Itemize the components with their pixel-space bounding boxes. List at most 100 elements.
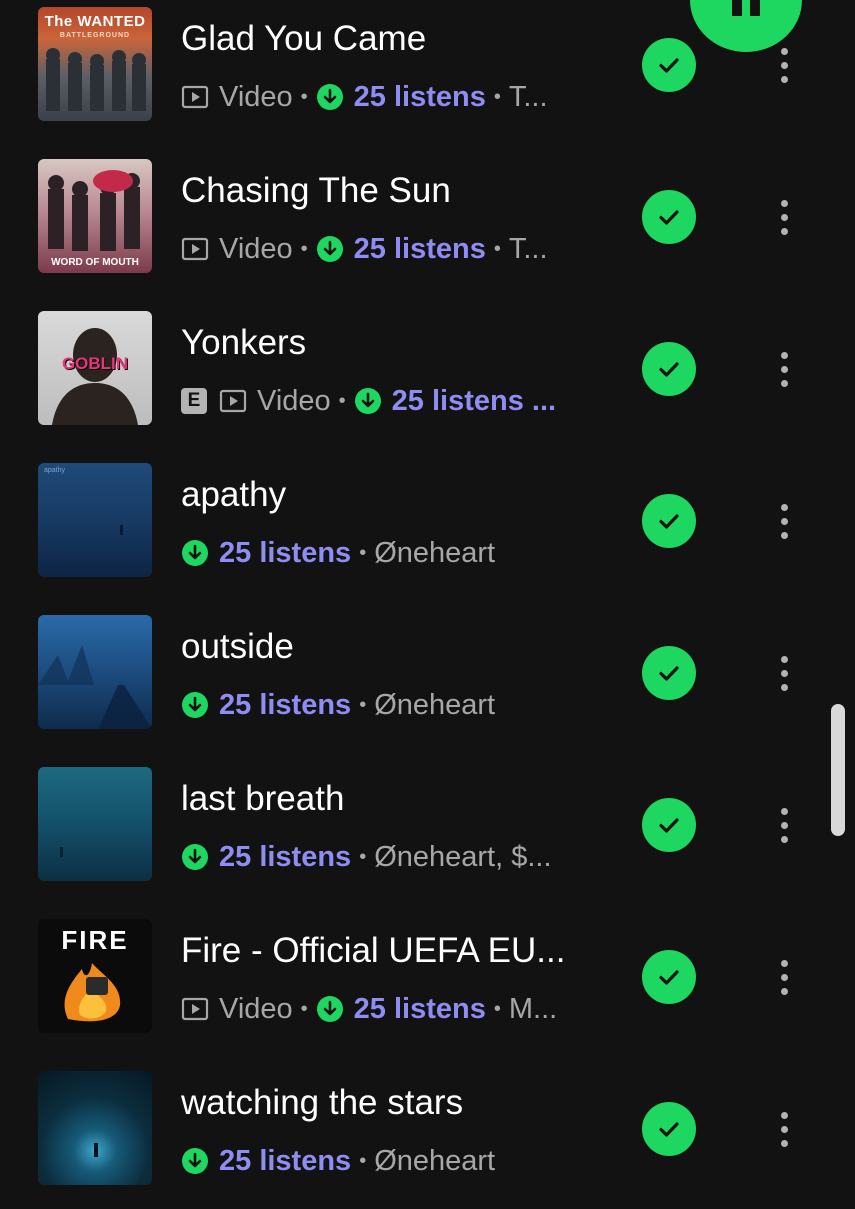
track-row[interactable]: apathy apathy 25 listens • Øneheart [0, 449, 855, 601]
more-options-icon[interactable] [772, 494, 796, 548]
video-label: Video [219, 232, 293, 265]
separator-dot: • [300, 237, 308, 260]
separator-dot: • [300, 997, 308, 1020]
more-options-icon[interactable] [772, 798, 796, 852]
album-art [38, 1071, 152, 1185]
album-art [38, 767, 152, 881]
album-art: WORD OF MOUTH [38, 159, 152, 273]
separator-dot: • [359, 541, 367, 564]
listens-count: 25 listens [219, 688, 352, 721]
downloaded-icon [181, 1147, 209, 1175]
downloaded-icon [354, 387, 382, 415]
downloaded-check-icon[interactable] [642, 494, 696, 548]
track-title: Chasing The Sun [181, 171, 451, 210]
track-row[interactable]: last breath 25 listens • Øneheart, $... [0, 753, 855, 905]
listens-count: 25 listens ... [391, 384, 557, 417]
track-row[interactable]: outside 25 listens • Øneheart [0, 601, 855, 753]
more-options-icon[interactable] [772, 646, 796, 700]
more-options-icon[interactable] [772, 342, 796, 396]
downloaded-icon [316, 235, 344, 263]
downloaded-check-icon[interactable] [642, 38, 696, 92]
more-options-icon[interactable] [772, 38, 796, 92]
separator-dot: • [300, 85, 308, 108]
downloaded-check-icon[interactable] [642, 798, 696, 852]
track-meta: E Video • 25 listens ... [181, 383, 556, 419]
downloaded-icon [181, 843, 209, 871]
listens-count: 25 listens [353, 80, 486, 113]
listens-count: 25 listens [353, 992, 486, 1025]
downloaded-check-icon[interactable] [642, 950, 696, 1004]
separator-dot: • [359, 1149, 367, 1172]
downloaded-check-icon[interactable] [642, 646, 696, 700]
track-tail: M... [508, 992, 558, 1025]
listens-count: 25 listens [353, 232, 486, 265]
video-icon [181, 83, 209, 111]
band-silhouettes [48, 170, 140, 251]
pause-icon [728, 0, 764, 16]
album-art: apathy [38, 463, 152, 577]
album-art: The WANTED BATTLEGROUND [38, 7, 152, 121]
downloaded-icon [181, 539, 209, 567]
scrollbar-thumb[interactable] [831, 704, 845, 836]
album-art: GOBLIN [38, 311, 152, 425]
listens-count: 25 listens [219, 1144, 352, 1177]
track-title: last breath [181, 779, 345, 818]
album-art [38, 615, 152, 729]
track-tail: Øneheart [374, 688, 496, 721]
album-art-text: GOBLIN [61, 354, 129, 373]
listens-count: 25 listens [219, 536, 352, 569]
lone-figure [60, 847, 63, 857]
downloaded-check-icon[interactable] [642, 342, 696, 396]
video-label: Video [219, 992, 293, 1025]
separator-dot: • [359, 845, 367, 868]
track-meta: Video • 25 listens • T... [181, 231, 548, 267]
video-icon [219, 387, 247, 415]
track-title: Yonkers [181, 323, 307, 362]
track-meta: 25 listens • Øneheart [181, 535, 495, 571]
track-meta: Video • 25 listens • M... [181, 991, 557, 1027]
track-title: Glad You Came [181, 19, 427, 58]
track-tail: Øneheart [374, 536, 496, 569]
track-title: Fire - Official UEFA EU... [181, 931, 566, 970]
separator-dot: • [338, 389, 346, 412]
explicit-badge: E [181, 388, 207, 414]
track-tail: Øneheart [374, 1144, 496, 1177]
track-row[interactable]: FIRE Fire - Official UEFA EU... Video • … [0, 905, 855, 1057]
band-silhouettes [46, 48, 146, 111]
track-meta: 25 listens • Øneheart [181, 687, 495, 723]
more-options-icon[interactable] [772, 1102, 796, 1156]
track-meta: Video • 25 listens • T... [181, 79, 548, 115]
downloaded-icon [181, 691, 209, 719]
lone-figure [94, 1143, 98, 1157]
more-options-icon[interactable] [772, 950, 796, 1004]
video-label: Video [219, 80, 293, 113]
track-row[interactable]: GOBLIN Yonkers E Video • 25 listens ... [0, 297, 855, 449]
separator-dot: • [359, 693, 367, 716]
separator-dot: • [493, 85, 501, 108]
video-icon [181, 235, 209, 263]
trophy-flame [64, 963, 121, 1022]
track-title: apathy [181, 475, 287, 514]
album-art-text: WORD OF MOUTH [51, 257, 139, 268]
forest-road [38, 645, 152, 729]
track-tail: T... [508, 80, 548, 113]
video-icon [181, 995, 209, 1023]
listens-count: 25 listens [219, 840, 352, 873]
track-meta: 25 listens • Øneheart [181, 1143, 495, 1179]
separator-dot: • [493, 237, 501, 260]
downloaded-icon [316, 83, 344, 111]
track-tail: T... [508, 232, 548, 265]
downloaded-icon [316, 995, 344, 1023]
track-list: The WANTED BATTLEGROUND Glad You Came Vi… [0, 0, 855, 1199]
downloaded-check-icon[interactable] [642, 190, 696, 244]
track-row[interactable]: WORD OF MOUTH Chasing The Sun Video • 25… [0, 145, 855, 297]
track-meta: 25 listens • Øneheart, $... [181, 839, 552, 875]
track-row[interactable]: watching the stars 25 listens • Øneheart [0, 1057, 855, 1209]
downloaded-check-icon[interactable] [642, 1102, 696, 1156]
video-label: Video [257, 384, 331, 417]
track-title: outside [181, 627, 294, 666]
lone-figure [120, 525, 123, 535]
track-tail: Øneheart, $... [374, 840, 552, 873]
more-options-icon[interactable] [772, 190, 796, 244]
track-title: watching the stars [181, 1083, 464, 1122]
